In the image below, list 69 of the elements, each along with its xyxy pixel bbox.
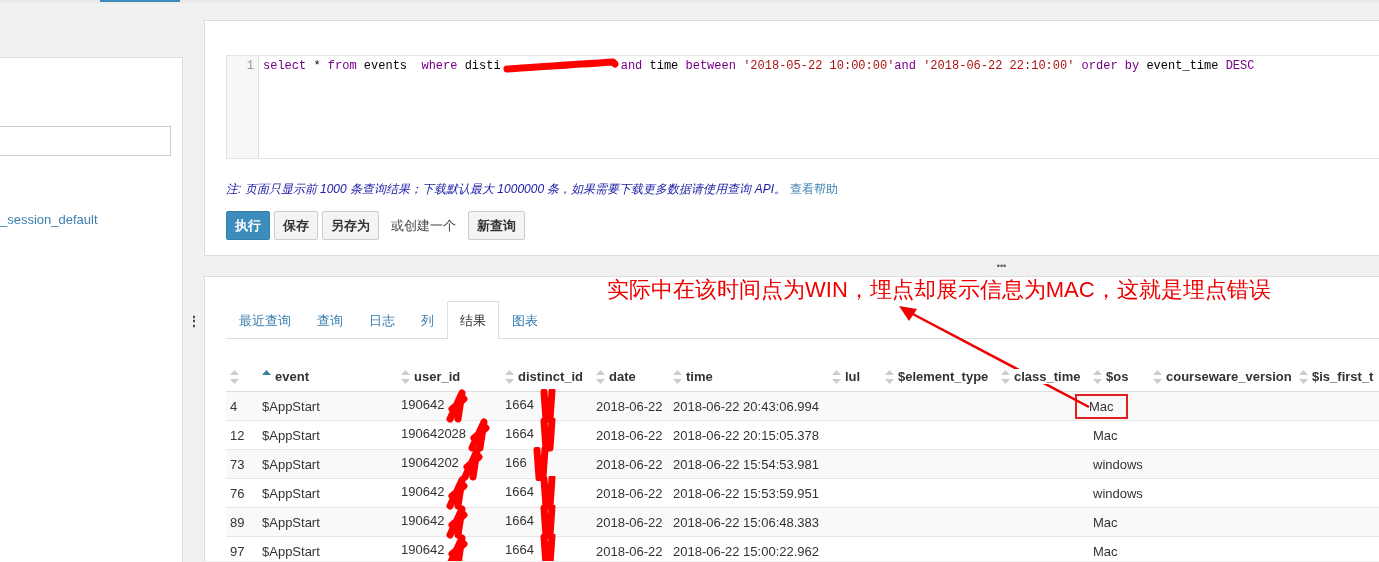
table-cell: 89 — [230, 514, 245, 530]
redaction-scribble — [468, 418, 491, 452]
table-cell: $AppStart — [262, 456, 320, 472]
table-cell: 190642028 — [401, 426, 467, 442]
table-cell: 2018-06-22 15:00:22.962 — [673, 543, 819, 559]
table-cell: windows — [1093, 456, 1143, 472]
table-cell: 1664 — [505, 542, 534, 558]
toolbar-button[interactable]: 保存 — [274, 211, 318, 240]
column-header[interactable]: class_time — [1014, 368, 1081, 384]
redaction-scribble — [446, 505, 469, 539]
table-link[interactable]: _session_default — [0, 212, 182, 227]
table-cell: 2018-06-22 20:43:06.994 — [673, 398, 819, 414]
table-cell: 19064202 — [401, 455, 459, 471]
table-cell: 2018-06-22 — [596, 427, 663, 443]
table-cell: 2018-06-22 — [596, 543, 663, 559]
table-cell: Mac — [1093, 427, 1118, 443]
toolbar-button[interactable]: 新查询 — [468, 211, 525, 240]
redaction-scribble — [446, 534, 469, 561]
search-field[interactable] — [0, 126, 171, 156]
table-cell: 2018-06-22 15:53:59.951 — [673, 485, 819, 501]
table-cell: 73 — [230, 456, 245, 472]
table-cell: $AppStart — [262, 427, 320, 443]
table-cell: 1664 — [505, 513, 534, 529]
table-cell: 1664 — [505, 426, 534, 442]
sql-code[interactable]: select * from events where disti and time between '2018-05-22 10:00:00'and '2018-06-22 22:10:00' order by event_time DESC — [259, 56, 1255, 158]
table-cell: 97 — [230, 543, 245, 559]
table-cell: windows — [1093, 485, 1143, 501]
redaction-scribble — [460, 447, 483, 481]
table-cell: 2018-06-22 — [596, 456, 663, 472]
result-tab[interactable]: 图表 — [499, 301, 551, 339]
result-tab[interactable]: 日志 — [356, 301, 408, 339]
table-cell: $AppStart — [262, 514, 320, 530]
redaction-scribble — [446, 476, 469, 510]
table-cell: $AppStart — [262, 543, 320, 559]
table-cell: 190642 — [401, 542, 445, 558]
table-cell: 166 — [505, 455, 527, 471]
table-cell: 2018-06-22 20:15:05.378 — [673, 427, 819, 443]
result-tab[interactable]: 最近查询 — [226, 301, 304, 339]
table-cell: 190642 — [401, 513, 445, 529]
table-cell: $AppStart — [262, 485, 320, 501]
table-cell: 2018-06-22 15:06:48.383 — [673, 514, 819, 530]
help-link[interactable]: 查看帮助 — [790, 182, 839, 196]
result-tab[interactable]: 列 — [408, 301, 447, 339]
table-cell: 4 — [230, 398, 238, 414]
result-tab[interactable]: 结果 — [447, 301, 499, 339]
or-create-label: 或创建一个 — [390, 216, 457, 235]
line-number: 1 — [227, 56, 259, 158]
table-cell: 76 — [230, 485, 245, 501]
table-cell: Mac — [1093, 543, 1118, 559]
table-cell: 2018-06-22 — [596, 398, 663, 414]
annotation-text: 实际中在该时间点为WIN，埋点却展示信息为MAC，这就是埋点错误 — [607, 277, 1271, 304]
toolbar-button[interactable]: 执行 — [226, 211, 270, 240]
splitter-handle[interactable]: ⋮ — [187, 314, 200, 328]
table-cell: Mac — [1093, 514, 1118, 530]
result-tab[interactable]: 查询 — [304, 301, 356, 339]
toolbar-button[interactable]: 另存为 — [322, 211, 379, 240]
table-cell: 1664 — [505, 397, 534, 413]
table-cell: 2018-06-22 15:54:53.981 — [673, 456, 819, 472]
table-cell: $AppStart — [262, 398, 320, 414]
query-note: 注: 页面只显示前 1000 条查询结果；下载默认最大 1000000 条，如果需要下载更多数据请使用查询 API。 查看帮助 — [226, 181, 840, 198]
redaction-scribble — [446, 389, 469, 423]
table-cell: 1664 — [505, 484, 534, 500]
table-cell: 190642 — [401, 484, 445, 500]
table-cell: 2018-06-22 — [596, 514, 663, 530]
table-cell: 190642 — [401, 397, 445, 413]
highlighted-cell: Mac — [1077, 395, 1126, 417]
table-cell: 12 — [230, 427, 245, 443]
table-cell: 2018-06-22 — [596, 485, 663, 501]
splitter-handle[interactable]: ••• — [996, 261, 1007, 271]
